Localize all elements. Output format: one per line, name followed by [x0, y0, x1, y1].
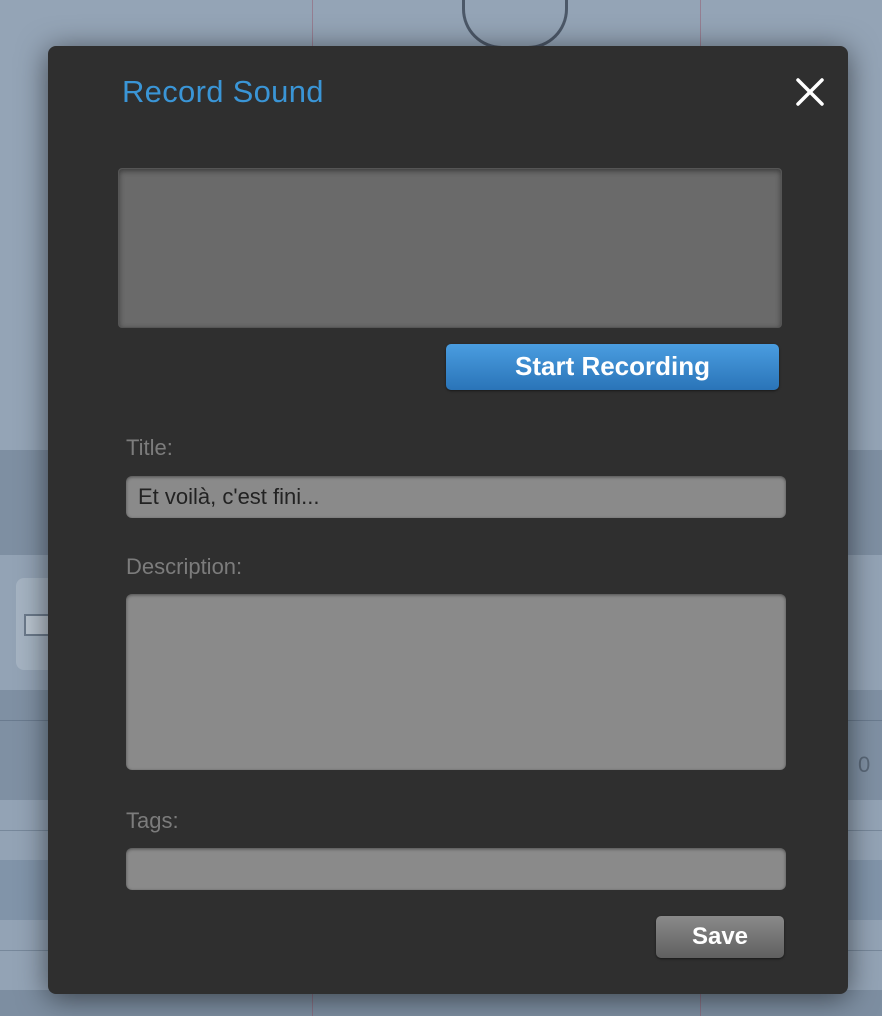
background-edge-text: 0	[858, 752, 871, 777]
tags-label: Tags:	[126, 808, 179, 833]
tags-input[interactable]	[126, 848, 786, 890]
record-sound-dialog: Record Sound Start Recording Title: Desc…	[48, 46, 848, 994]
save-button[interactable]: Save	[656, 916, 784, 958]
recording-waveform-display	[118, 168, 782, 328]
dialog-title: Record Sound	[122, 74, 324, 109]
title-label: Title:	[126, 435, 173, 460]
app-background: 0 Record Sound Start Recording Title: De…	[0, 0, 882, 1016]
start-recording-button[interactable]: Start Recording	[446, 344, 779, 390]
title-input[interactable]	[126, 476, 786, 518]
close-x-icon	[796, 78, 824, 106]
close-button[interactable]	[790, 72, 830, 112]
background-widget-icon	[24, 614, 50, 636]
description-label: Description:	[126, 554, 243, 579]
description-input[interactable]	[126, 594, 786, 770]
